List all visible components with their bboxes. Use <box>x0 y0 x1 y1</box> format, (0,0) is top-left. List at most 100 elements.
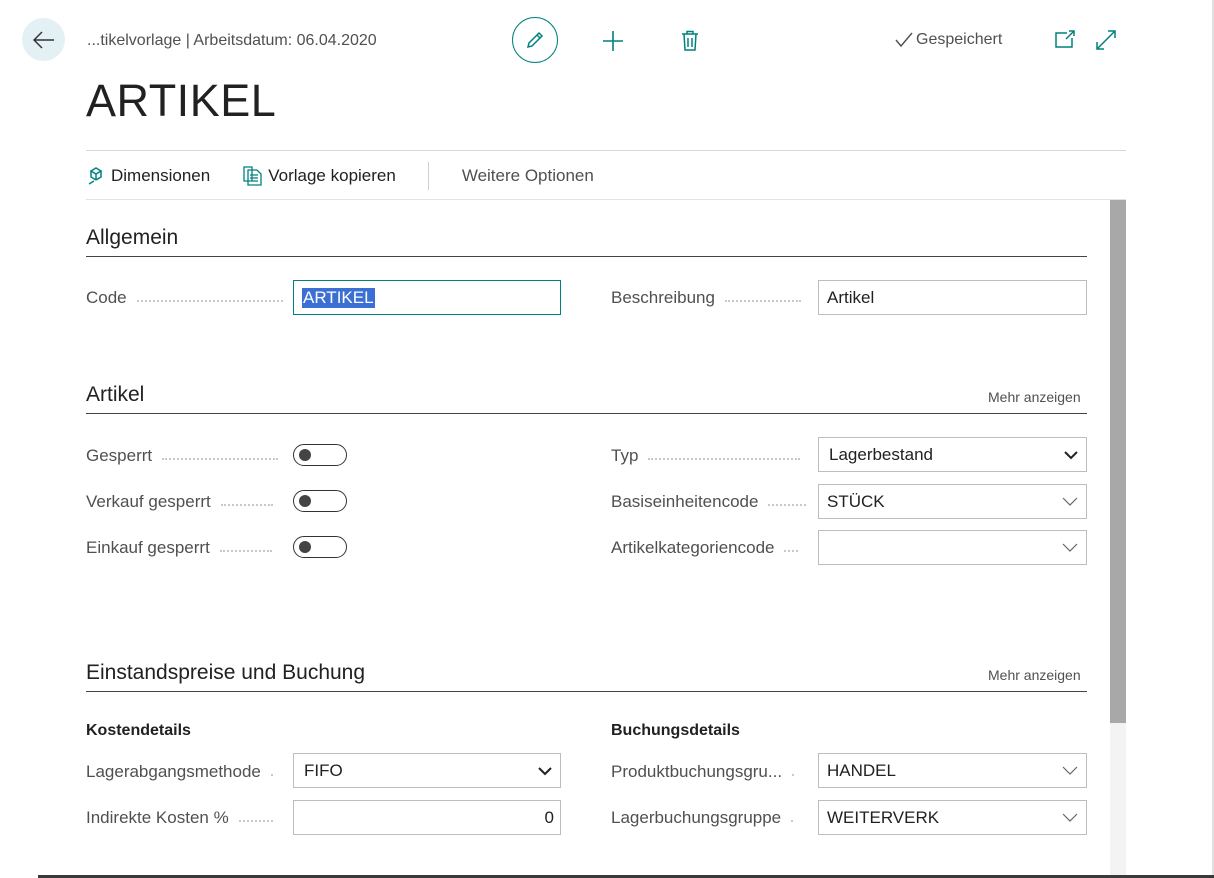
toggle-knob <box>299 449 311 461</box>
dot-leader <box>724 300 801 302</box>
open-in-new-window-icon <box>1055 30 1075 48</box>
subheading-buchungsdetails: Buchungsdetails <box>611 722 740 739</box>
produktbuchungsgruppe-lookup[interactable]: HANDEL <box>818 753 1087 788</box>
lagerbuchung-value: WEITERVERK <box>827 807 940 827</box>
page-title: ARTIKEL <box>86 75 277 126</box>
beschreibung-label: Beschreibung <box>611 288 715 307</box>
breadcrumb: ...tikelvorlage | Arbeitsdatum: 06.04.20… <box>87 32 377 49</box>
trash-icon <box>682 30 698 51</box>
field-label-beschreibung: Beschreibung <box>611 288 801 308</box>
dot-leader <box>648 458 801 460</box>
edit-button[interactable] <box>512 17 558 63</box>
dot-leader <box>791 820 794 822</box>
dot-leader <box>784 550 799 552</box>
dimensionen-label: Dimensionen <box>111 166 211 185</box>
expand-icon <box>1096 30 1116 50</box>
field-label-artikelkategoriencode: Artikelkategoriencode <box>611 538 799 558</box>
lagerbuchung-label: Lagerbuchungsgruppe <box>611 808 782 827</box>
new-button[interactable] <box>600 28 626 54</box>
verkauf-gesperrt-toggle[interactable] <box>293 490 347 512</box>
dot-leader <box>162 458 279 460</box>
section-rule <box>86 691 1087 692</box>
chevron-down-icon <box>538 766 552 775</box>
copy-document-icon <box>243 166 262 186</box>
lagerabgang-label: Lagerabgangsmethode <box>86 762 261 781</box>
gesperrt-label: Gesperrt <box>86 446 153 465</box>
dot-leader <box>136 300 283 302</box>
produktbuchung-label: Produktbuchungsgru... <box>611 762 783 781</box>
dimensions-icon <box>88 167 103 185</box>
field-label-produktbuchungsgruppe: Produktbuchungsgru... <box>611 762 795 782</box>
indirekte-kosten-input[interactable]: 0 <box>293 800 561 835</box>
pencil-icon <box>526 31 544 49</box>
open-new-window-button[interactable] <box>1053 28 1077 50</box>
divider <box>86 150 1126 151</box>
field-label-lagerabgangsmethode: Lagerabgangsmethode <box>86 762 273 782</box>
basiseinheit-value: STÜCK <box>827 491 885 511</box>
chevron-down-icon <box>1062 813 1078 822</box>
field-label-einkauf-gesperrt: Einkauf gesperrt <box>86 538 272 558</box>
artikelkategoriencode-lookup[interactable] <box>818 530 1087 565</box>
kategorie-label: Artikelkategoriencode <box>611 538 775 557</box>
checkmark-icon <box>895 32 913 48</box>
dot-leader <box>220 504 273 506</box>
typ-select-value: Lagerbestand <box>829 444 933 464</box>
typ-select[interactable]: Lagerbestand <box>818 437 1087 472</box>
field-label-code: Code <box>86 288 283 308</box>
saved-label: Gespeichert <box>916 31 1003 48</box>
mehr-anzeigen-link[interactable]: Mehr anzeigen <box>988 667 1081 683</box>
subheading-kostendetails: Kostendetails <box>86 722 191 739</box>
indirekte-label: Indirekte Kosten % <box>86 808 229 827</box>
toggle-knob <box>299 541 311 553</box>
dot-leader <box>768 504 807 506</box>
vorlage-kopieren-label: Vorlage kopieren <box>268 166 396 185</box>
section-rule <box>86 256 1087 257</box>
code-input[interactable]: ARTIKEL <box>293 280 561 315</box>
chevron-down-icon <box>1062 543 1078 552</box>
lagerabgangsmethode-select[interactable]: FIFO <box>293 753 561 788</box>
field-label-lagerbuchungsgruppe: Lagerbuchungsgruppe <box>611 808 794 828</box>
back-button[interactable] <box>22 18 65 61</box>
dimensionen-action[interactable]: Dimensionen <box>87 166 210 186</box>
dot-leader <box>792 774 795 776</box>
code-input-value: ARTIKEL <box>302 287 375 308</box>
field-label-basiseinheitencode: Basiseinheitencode <box>611 492 807 512</box>
divider <box>86 199 1126 200</box>
field-label-gesperrt: Gesperrt <box>86 446 279 466</box>
basiseinheit-label: Basiseinheitencode <box>611 492 759 511</box>
section-title-einstandspreise[interactable]: Einstandspreise und Buchung <box>86 661 365 685</box>
field-label-indirekte-kosten: Indirekte Kosten % <box>86 808 273 828</box>
gesperrt-toggle[interactable] <box>293 444 347 466</box>
chevron-down-icon <box>1062 766 1078 775</box>
dot-leader <box>270 774 273 776</box>
arrow-left-icon <box>32 30 54 49</box>
section-title-allgemein[interactable]: Allgemein <box>86 226 178 250</box>
expand-button[interactable] <box>1094 28 1118 52</box>
beschreibung-input[interactable]: Artikel <box>818 280 1087 315</box>
delete-button[interactable] <box>678 28 702 54</box>
chevron-down-icon <box>1062 497 1078 506</box>
code-label: Code <box>86 288 127 307</box>
dot-leader <box>238 820 273 822</box>
action-bar: Dimensionen Vorlage kopieren Weitere Opt… <box>87 162 594 190</box>
field-label-typ: Typ <box>611 446 801 466</box>
dot-leader <box>219 550 272 552</box>
typ-label: Typ <box>611 446 639 465</box>
mehr-anzeigen-link[interactable]: Mehr anzeigen <box>988 389 1081 405</box>
toggle-knob <box>299 495 311 507</box>
lagerbuchungsgruppe-lookup[interactable]: WEITERVERK <box>818 800 1087 835</box>
basiseinheitencode-lookup[interactable]: STÜCK <box>818 484 1087 519</box>
einkauf-gesperrt-toggle[interactable] <box>293 536 347 558</box>
lagerabgang-value: FIFO <box>304 760 343 780</box>
verkauf-gesperrt-label: Verkauf gesperrt <box>86 492 211 511</box>
plus-icon <box>603 31 623 51</box>
chevron-down-icon <box>1064 450 1078 459</box>
weitere-optionen-action[interactable]: Weitere Optionen <box>462 166 594 186</box>
vorlage-kopieren-action[interactable]: Vorlage kopieren <box>242 166 396 186</box>
saved-status: Gespeichert <box>895 31 1002 49</box>
einkauf-gesperrt-label: Einkauf gesperrt <box>86 538 210 557</box>
section-title-artikel[interactable]: Artikel <box>86 383 144 407</box>
section-rule <box>86 413 1087 414</box>
action-separator <box>427 162 429 190</box>
scrollbar-thumb[interactable] <box>1110 200 1126 723</box>
